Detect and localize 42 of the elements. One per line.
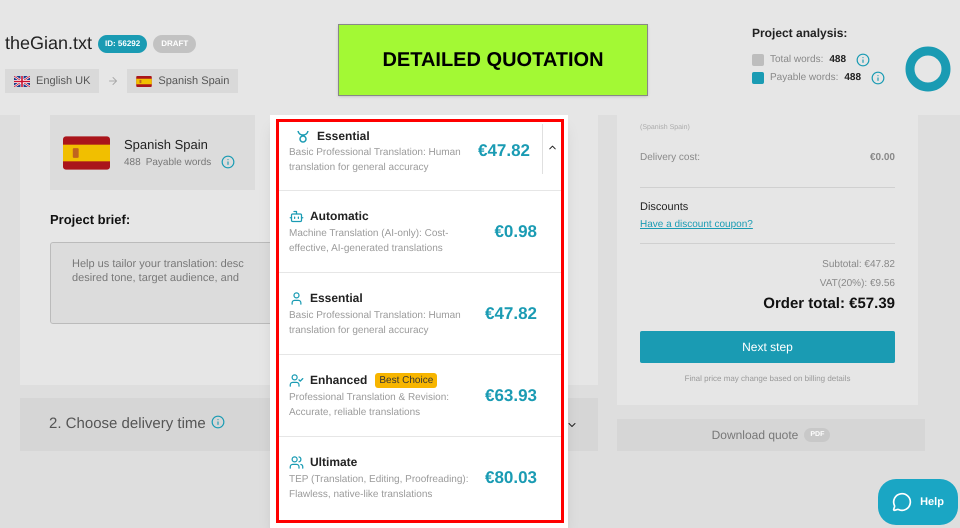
option-description: Machine Translation (AI-only): Cost-effective, AI-generated translations	[289, 227, 450, 256]
option-description: Professional Translation & Revision: Accurate, reliable translations	[289, 391, 450, 420]
discounts-title: Discounts	[640, 200, 690, 214]
option-price: €47.82	[478, 140, 531, 162]
subtotal: Subtotal: €47.82	[822, 258, 895, 272]
analysis-title: Project analysis:	[752, 25, 848, 42]
option-description: Basic Professional Translation: Human translation for general accuracy	[289, 309, 462, 338]
option-price: €63.93	[485, 384, 537, 407]
option-name: Essential	[317, 128, 370, 145]
option-description: TEP (Translation, Editing, Proofreading): Flawless, native-like translations	[289, 473, 470, 502]
legend-label: Total words:	[770, 53, 824, 67]
word-count: 488	[124, 156, 141, 170]
brief-placeholder: Help us tailor your translation: desc	[72, 256, 245, 270]
word-count-label: Payable words	[146, 156, 212, 170]
brief-title: Project brief:	[50, 211, 130, 229]
quotation-banner: DETAILED QUOTATION	[338, 24, 648, 96]
option-price: €0.98	[494, 220, 537, 243]
download-label: Download quote	[712, 427, 798, 444]
best-choice-badge: Best Choice	[375, 372, 438, 388]
brief-placeholder: desired tone, target audience, and	[72, 270, 240, 284]
legend-value: 488	[844, 71, 862, 85]
price-note: Final price may change based on billing details	[684, 372, 850, 384]
language-name: Spanish Spain	[124, 136, 209, 154]
id-badge: ID: 56292	[98, 34, 148, 52]
legend-label: Payable words:	[770, 71, 838, 85]
option-price: €80.03	[485, 466, 537, 489]
option-name: Ultimate	[310, 454, 358, 471]
delivery-cost-value: €0.00	[870, 150, 895, 164]
vat: VAT(20%): €9.56	[820, 277, 895, 291]
delivery-cost-label: Delivery cost:	[640, 150, 700, 164]
status-badge: DRAFT	[153, 34, 196, 52]
legend-value: 488	[829, 53, 846, 67]
order-total: Order total: €57.39	[763, 294, 895, 314]
option-name: Automatic	[310, 208, 369, 225]
option-price: €47.82	[485, 302, 537, 325]
option-name: Enhanced	[310, 372, 368, 389]
file-name: theGian.txt	[5, 32, 92, 55]
language-name: Spanish Spain	[158, 74, 230, 89]
option-description: Basic Professional Translation: Human translation for general accuracy	[289, 146, 462, 175]
option-name: Essential	[310, 290, 363, 307]
language-name: English UK	[36, 74, 90, 89]
delivery-title: 2. Choose delivery time	[49, 414, 206, 434]
